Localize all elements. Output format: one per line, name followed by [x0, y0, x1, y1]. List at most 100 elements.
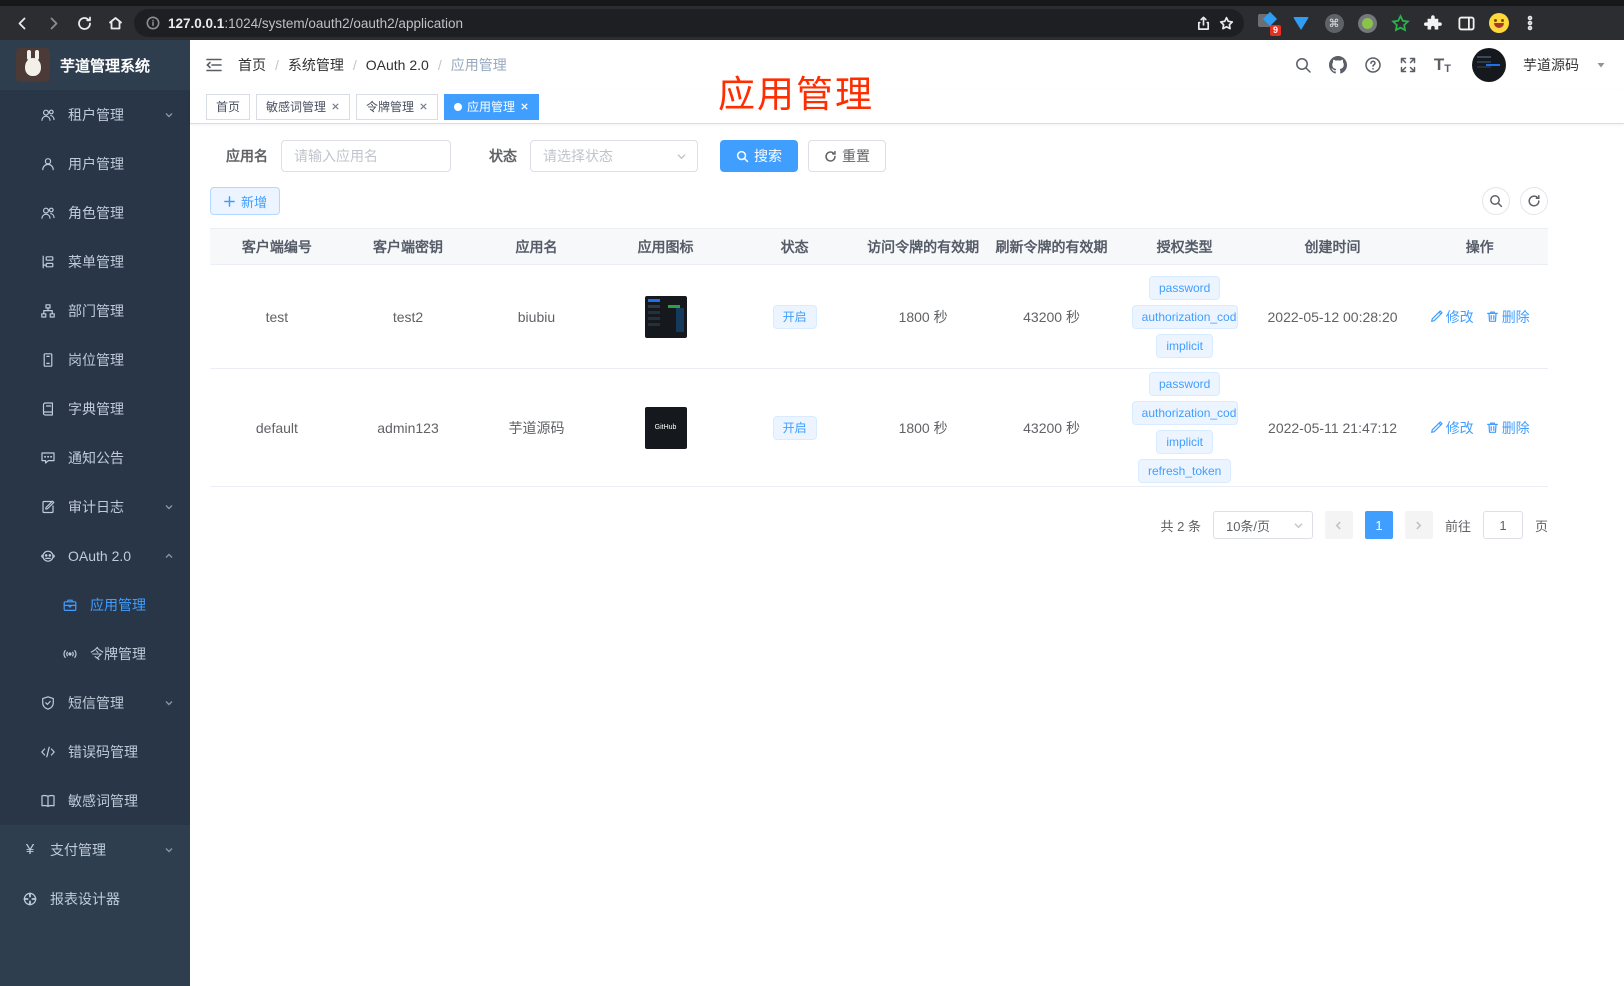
sidebar-item-sensitive-words[interactable]: 敏感词管理 [0, 776, 190, 825]
reset-button[interactable]: 重置 [808, 140, 886, 172]
chevron-right-icon [1416, 520, 1422, 530]
goto-page-input[interactable] [1482, 511, 1523, 539]
close-icon[interactable] [520, 102, 529, 111]
refresh-table-button[interactable] [1520, 187, 1548, 215]
side-panel-icon[interactable] [1456, 13, 1476, 33]
sidebar-item-oauth-token[interactable]: 令牌管理 [0, 629, 190, 678]
status-badge: 开启 [772, 304, 817, 329]
sidebar-item-error-code[interactable]: 错误码管理 [0, 727, 190, 776]
edit-button[interactable]: 修改 [1430, 418, 1474, 438]
header-search-icon[interactable] [1294, 56, 1312, 74]
sidebar-item-notice[interactable]: 通知公告 [0, 433, 190, 482]
sidebar-item-tenant[interactable]: 租户管理 [0, 90, 190, 139]
bookmark-star-icon[interactable] [1219, 16, 1234, 31]
extensions-puzzle-icon[interactable] [1423, 13, 1443, 33]
table-row: default admin123 芋道源码 GitHub 开启 1800 秒 4… [210, 369, 1548, 487]
user-menu-caret-icon[interactable] [1596, 60, 1606, 70]
col-created: 创建时间 [1304, 238, 1361, 255]
filter-form: 应用名 状态 请选择状态 搜索 重置 [226, 140, 1548, 172]
extension-tabs-icon[interactable]: 9 [1258, 11, 1281, 36]
edit-button[interactable]: 修改 [1430, 307, 1474, 327]
show-search-toggle-button[interactable] [1482, 187, 1510, 215]
page-size-select[interactable]: 10条/页 [1212, 511, 1313, 539]
sidebar-item-payment[interactable]: ¥ 支付管理 [0, 825, 190, 874]
compass-icon [23, 892, 37, 905]
sidebar-item-audit-log[interactable]: 审计日志 [0, 482, 190, 531]
extension-green-dot-icon[interactable] [1357, 13, 1377, 33]
refresh-icon [1528, 195, 1540, 207]
dictionary-icon [42, 401, 53, 416]
col-secret: 客户端密钥 [373, 238, 444, 255]
extension-star-icon[interactable] [1390, 13, 1410, 33]
sidebar-item-post[interactable]: 岗位管理 [0, 335, 190, 384]
search-button[interactable]: 搜索 [720, 140, 798, 172]
sidebar-item-role[interactable]: 角色管理 [0, 188, 190, 237]
close-icon[interactable] [331, 102, 340, 111]
col-access-ttl: 访问令牌的有效期 [867, 238, 980, 255]
help-icon[interactable] [1364, 56, 1382, 74]
search-icon [1490, 195, 1503, 208]
yen-icon: ¥ [25, 840, 35, 858]
col-grant-types: 授权类型 [1156, 238, 1213, 255]
col-client-id: 客户端编号 [241, 238, 312, 255]
sidebar-item-dept[interactable]: 部门管理 [0, 286, 190, 335]
prev-page-button[interactable] [1324, 511, 1353, 539]
next-page-button[interactable] [1404, 511, 1433, 539]
profile-avatar-icon[interactable] [1489, 13, 1509, 33]
app-logo[interactable]: 芋道管理系统 [0, 40, 190, 90]
breadcrumb-system[interactable]: 系统管理 [288, 55, 344, 75]
url-bar[interactable]: 127.0.0.1:1024/system/oauth2/oauth2/appl… [134, 9, 1244, 37]
extension-gem-icon[interactable] [1291, 13, 1311, 33]
github-icon[interactable] [1328, 56, 1347, 74]
breadcrumb-home[interactable]: 首页 [238, 55, 266, 75]
tab-token[interactable]: 令牌管理 [356, 93, 439, 120]
delete-button[interactable]: 删除 [1486, 418, 1530, 438]
sidebar-item-menu[interactable]: 菜单管理 [0, 237, 190, 286]
page-content: 应用名 状态 请选择状态 搜索 重置 [190, 124, 1624, 986]
sidebar-item-sms[interactable]: 短信管理 [0, 678, 190, 727]
col-refresh-ttl: 刷新令牌的有效期 [995, 238, 1108, 255]
close-icon[interactable] [419, 102, 428, 111]
ring-shape [1357, 13, 1377, 33]
tab-sensitive-words[interactable]: 敏感词管理 [256, 93, 351, 120]
open-book-icon [41, 794, 55, 807]
edit-pencil-icon [1430, 310, 1443, 322]
sidebar-item-dict[interactable]: 字典管理 [0, 384, 190, 433]
extension-command-icon[interactable]: ⌘ [1324, 13, 1344, 33]
breadcrumb-oauth[interactable]: OAuth 2.0 [366, 57, 429, 73]
status-badge: 开启 [772, 415, 817, 440]
user-avatar[interactable] [1472, 48, 1506, 82]
browser-back-icon[interactable] [14, 15, 31, 32]
table-toolbar: 新增 [210, 187, 1548, 215]
add-button[interactable]: 新增 [210, 187, 281, 215]
delete-button[interactable]: 删除 [1486, 307, 1530, 327]
sidebar-item-user[interactable]: 用户管理 [0, 139, 190, 188]
sidebar-item-report-designer[interactable]: 报表设计器 [0, 874, 190, 923]
badge-icon [43, 352, 53, 367]
col-app-icon: 应用图标 [637, 238, 694, 255]
app-icon-thumbnail [644, 295, 687, 338]
site-info-icon[interactable] [146, 16, 160, 30]
browser-reload-icon[interactable] [76, 15, 93, 32]
sidebar-fold-icon[interactable] [204, 55, 224, 75]
fullscreen-icon[interactable] [1399, 56, 1417, 74]
command-glyph: ⌘ [1324, 13, 1344, 33]
user-name[interactable]: 芋道源码 [1523, 55, 1579, 75]
refresh-icon [825, 150, 836, 162]
browser-forward-icon[interactable] [45, 15, 62, 32]
app-name-input[interactable] [281, 140, 451, 172]
sidebar-item-oauth[interactable]: OAuth 2.0 [0, 531, 190, 580]
browser-home-icon[interactable] [107, 15, 124, 32]
share-icon[interactable] [1196, 16, 1211, 31]
signal-token-icon [63, 649, 77, 658]
briefcase-icon [63, 599, 77, 611]
tab-application[interactable]: 应用管理 [444, 93, 540, 120]
extension-badge: 9 [1269, 25, 1281, 36]
tab-home[interactable]: 首页 [206, 93, 251, 120]
status-select[interactable]: 请选择状态 [530, 140, 698, 172]
page-number-current[interactable]: 1 [1364, 511, 1393, 539]
sidebar-item-oauth-application[interactable]: 应用管理 [0, 580, 190, 629]
menu-tree-icon [42, 255, 54, 268]
chrome-menu-icon[interactable] [1522, 15, 1538, 31]
font-size-icon[interactable] [1434, 55, 1451, 75]
